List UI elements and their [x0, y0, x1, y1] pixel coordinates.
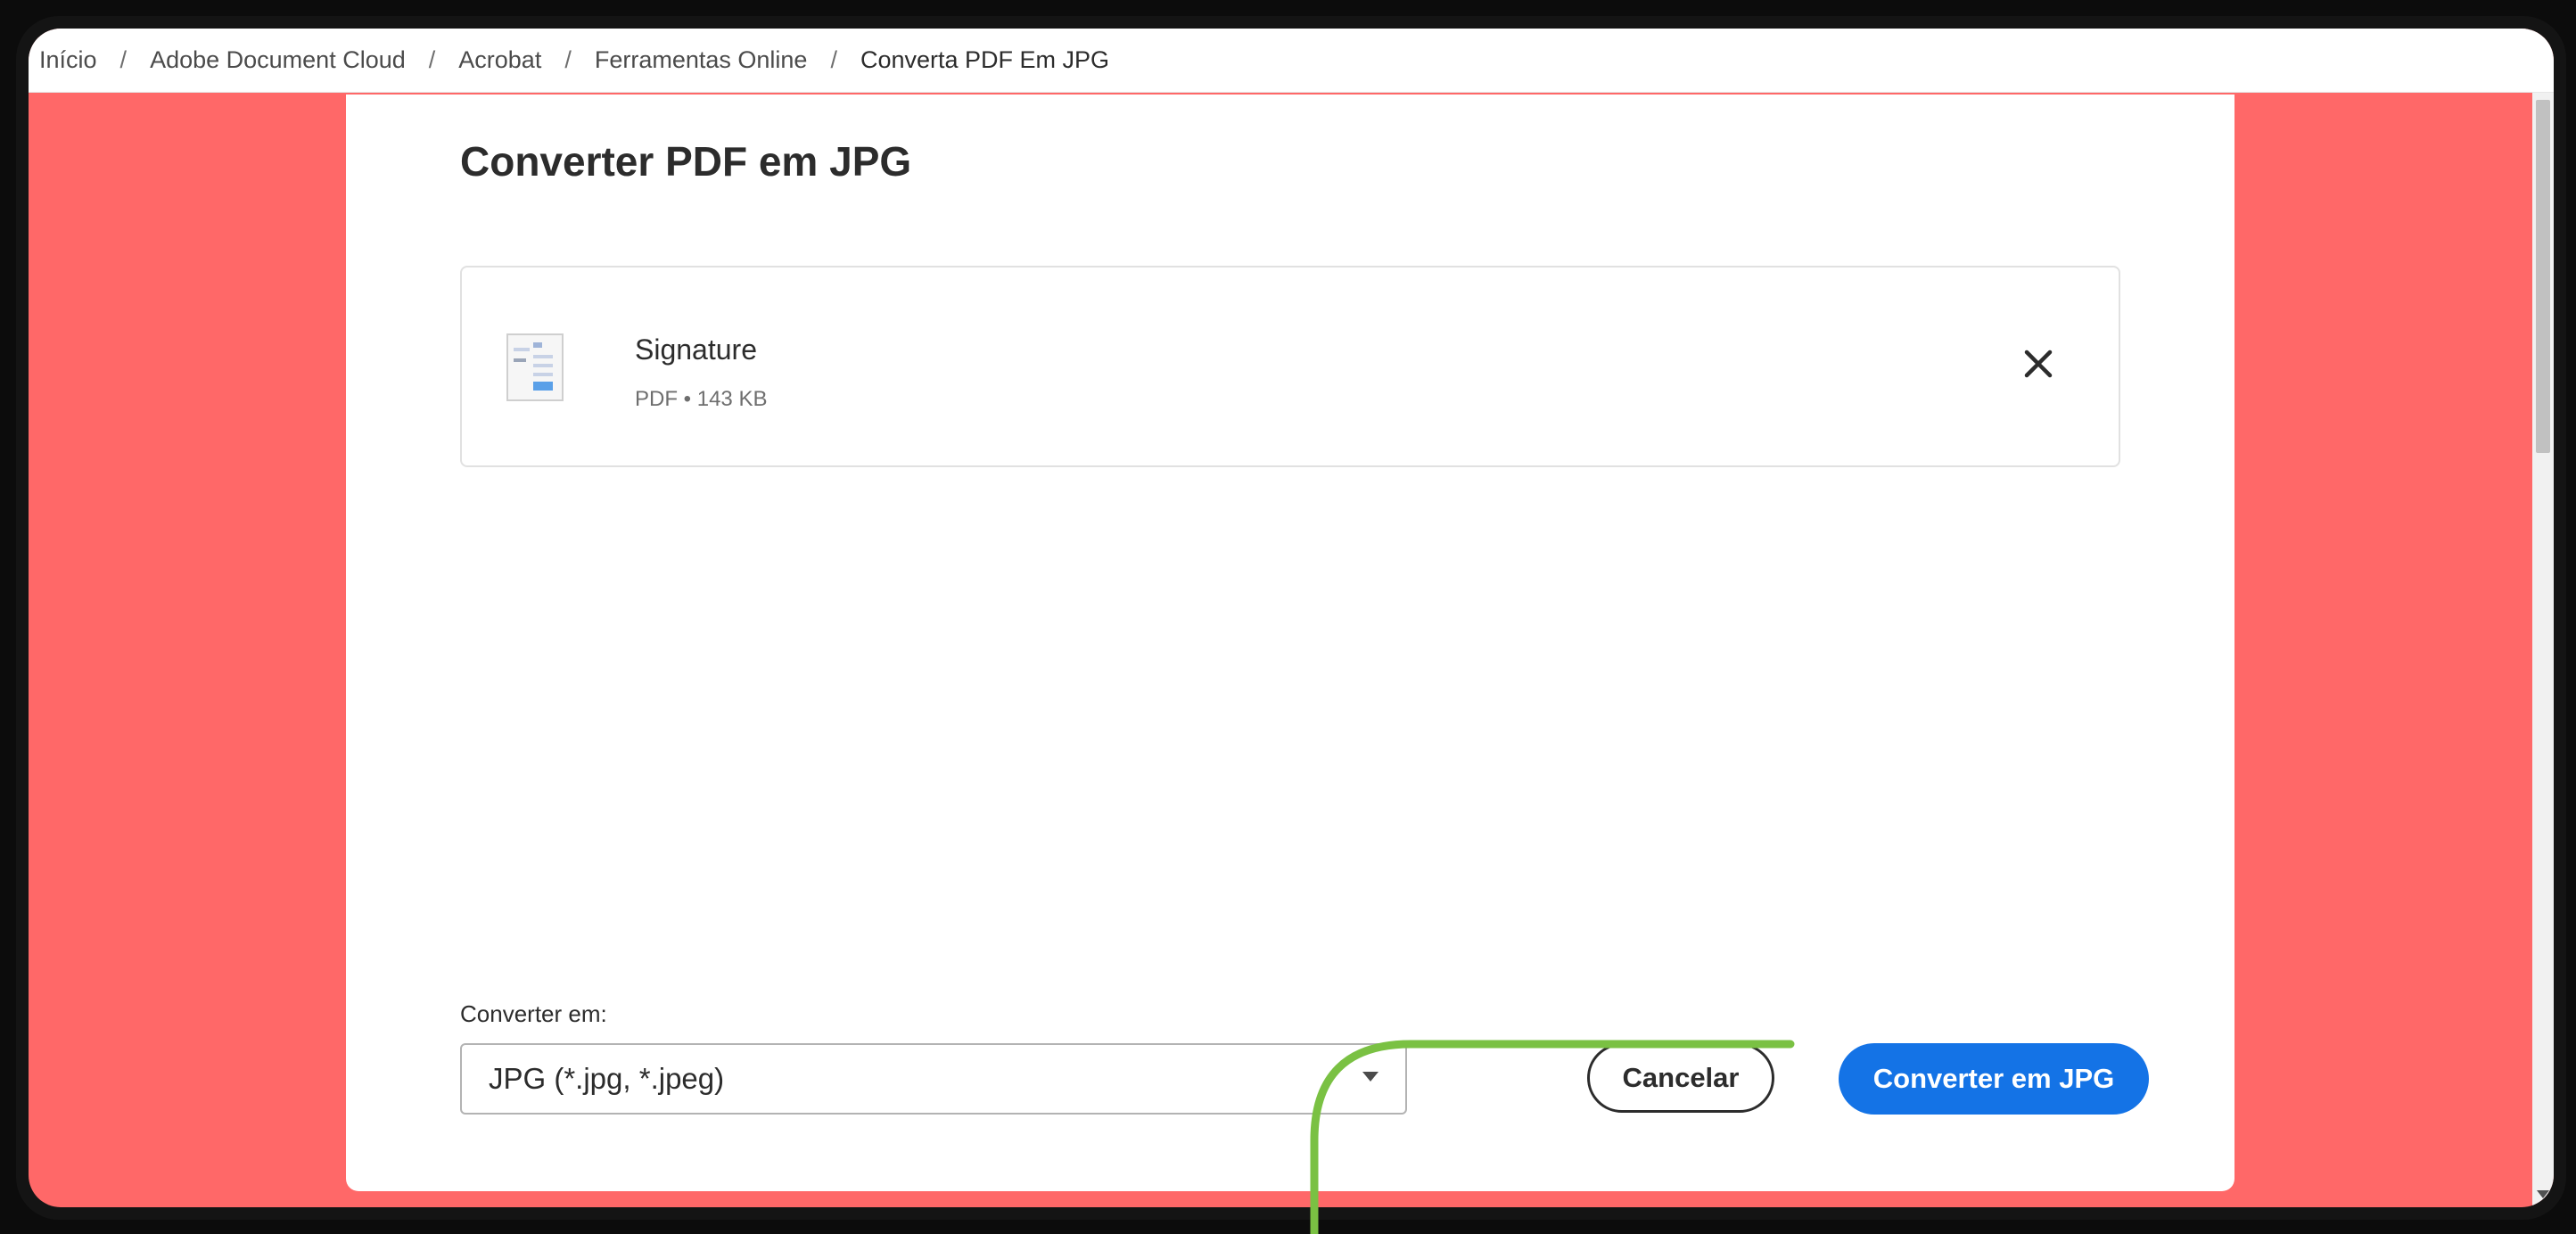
- format-select[interactable]: JPG (*.jpg, *.jpeg): [460, 1043, 1407, 1115]
- file-name: Signature: [635, 333, 757, 366]
- selected-file: Signature PDF • 143 KB: [460, 266, 2120, 467]
- converter-card: Converter PDF em JPG Signature PDF • 143…: [346, 95, 2234, 1191]
- file-meta: PDF • 143 KB: [635, 387, 768, 411]
- device-frame: Início / Adobe Document Cloud / Acrobat …: [16, 16, 2566, 1220]
- breadcrumb-item-inicio[interactable]: Início: [39, 46, 97, 74]
- breadcrumb-item-current: Converta PDF Em JPG: [860, 46, 1110, 73]
- breadcrumb-item-ferramentas-online[interactable]: Ferramentas Online: [595, 46, 808, 74]
- scroll-down-arrow-icon[interactable]: [2537, 1190, 2549, 1198]
- page-title: Converter PDF em JPG: [460, 138, 912, 185]
- scrollbar[interactable]: [2532, 93, 2554, 1207]
- convert-button[interactable]: Converter em JPG: [1839, 1043, 2149, 1115]
- scrollbar-thumb[interactable]: [2536, 100, 2550, 453]
- breadcrumb-separator: /: [830, 46, 837, 73]
- pdf-thumbnail-icon: [506, 333, 564, 401]
- breadcrumb-item-document-cloud[interactable]: Adobe Document Cloud: [150, 46, 406, 74]
- breadcrumb: Início / Adobe Document Cloud / Acrobat …: [29, 29, 2554, 93]
- convert-to-label: Converter em:: [460, 1000, 607, 1027]
- chevron-down-icon: [1362, 1072, 1379, 1082]
- cancel-button[interactable]: Cancelar: [1587, 1043, 1774, 1113]
- close-icon: [2024, 350, 2053, 378]
- breadcrumb-separator: /: [428, 46, 436, 73]
- breadcrumb-item-acrobat[interactable]: Acrobat: [458, 46, 541, 74]
- browser-viewport: Início / Adobe Document Cloud / Acrobat …: [29, 29, 2554, 1207]
- breadcrumb-separator: /: [119, 46, 128, 73]
- remove-file-button[interactable]: [2013, 339, 2063, 389]
- format-select-value: JPG (*.jpg, *.jpeg): [489, 1062, 725, 1095]
- breadcrumb-separator: /: [564, 46, 572, 73]
